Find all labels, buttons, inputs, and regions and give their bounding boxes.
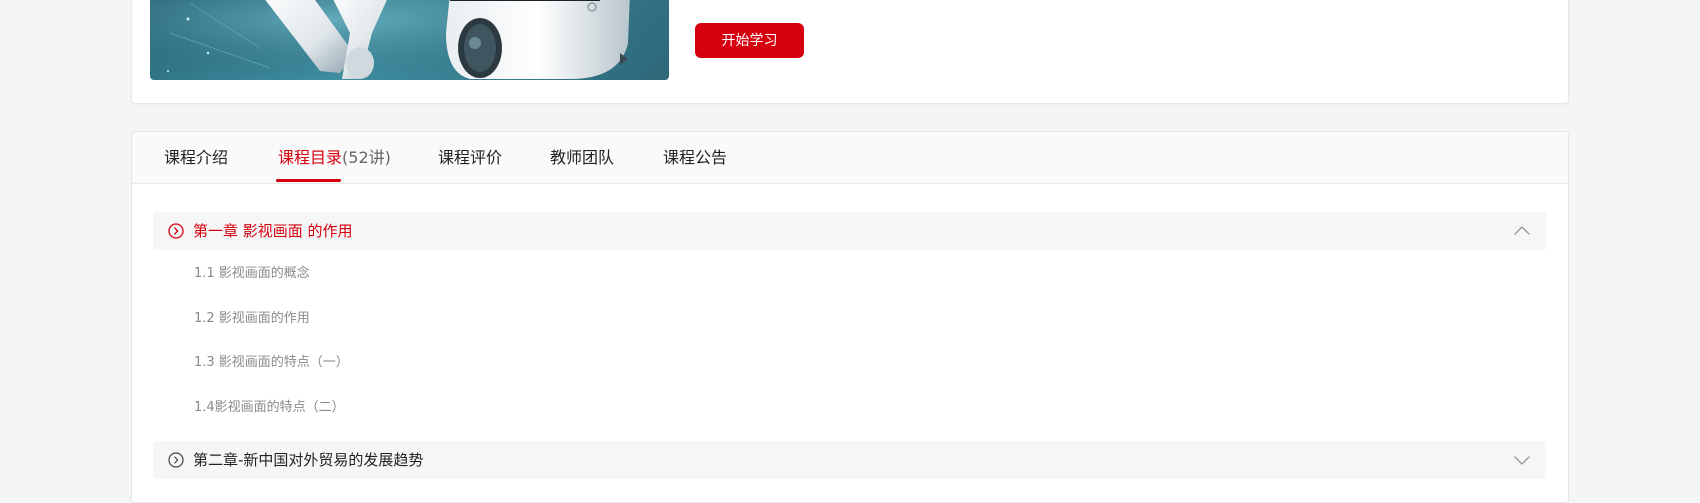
lesson-item[interactable]: 1.4影视画面的特点（二） <box>194 398 345 418</box>
chapter-title: 第一章 影视画面 的作用 <box>193 222 353 240</box>
course-detail-panel: 课程介绍 课程目录(52讲) 课程评价 教师团队 课程公告 第一章 影视画面 的… <box>131 131 1569 503</box>
lesson-item[interactable]: 1.3 影视画面的特点（一） <box>194 353 349 373</box>
tab-course-catalog[interactable]: 课程目录(52讲) <box>278 132 391 183</box>
tab-label: 课程评价 <box>438 148 503 167</box>
tab-bar: 课程介绍 课程目录(52讲) 课程评价 教师团队 课程公告 <box>132 132 1568 184</box>
chevron-down-icon[interactable] <box>1514 453 1530 467</box>
tab-teacher-team[interactable]: 教师团队 <box>550 132 614 183</box>
robot-illustration <box>150 0 669 80</box>
tab-course-intro[interactable]: 课程介绍 <box>164 132 228 183</box>
circle-chevron-right-icon <box>168 452 184 468</box>
start-learning-button[interactable]: 开始学习 <box>695 23 804 58</box>
chevron-up-icon[interactable] <box>1514 224 1530 238</box>
course-cover-image[interactable] <box>150 0 669 80</box>
chapter-row[interactable]: 第一章 影视画面 的作用 <box>153 212 1546 250</box>
chapter-title: 第二章-新中国对外贸易的发展趋势 <box>193 451 424 469</box>
tab-label: 课程介绍 <box>164 148 229 167</box>
tab-count: (52讲) <box>342 148 391 167</box>
chapter-row[interactable]: 第二章-新中国对外贸易的发展趋势 <box>153 441 1546 479</box>
tab-course-announcements[interactable]: 课程公告 <box>663 132 727 183</box>
tab-course-reviews[interactable]: 课程评价 <box>438 132 502 183</box>
tab-label: 教师团队 <box>550 148 615 167</box>
tab-label: 课程公告 <box>663 148 728 167</box>
course-card: 开始学习 <box>131 0 1569 104</box>
lesson-item[interactable]: 1.1 影视画面的概念 <box>194 264 310 284</box>
circle-chevron-right-icon <box>168 223 184 239</box>
active-tab-indicator <box>276 179 341 182</box>
tab-label: 课程目录 <box>278 148 343 167</box>
lesson-item[interactable]: 1.2 影视画面的作用 <box>194 309 310 329</box>
